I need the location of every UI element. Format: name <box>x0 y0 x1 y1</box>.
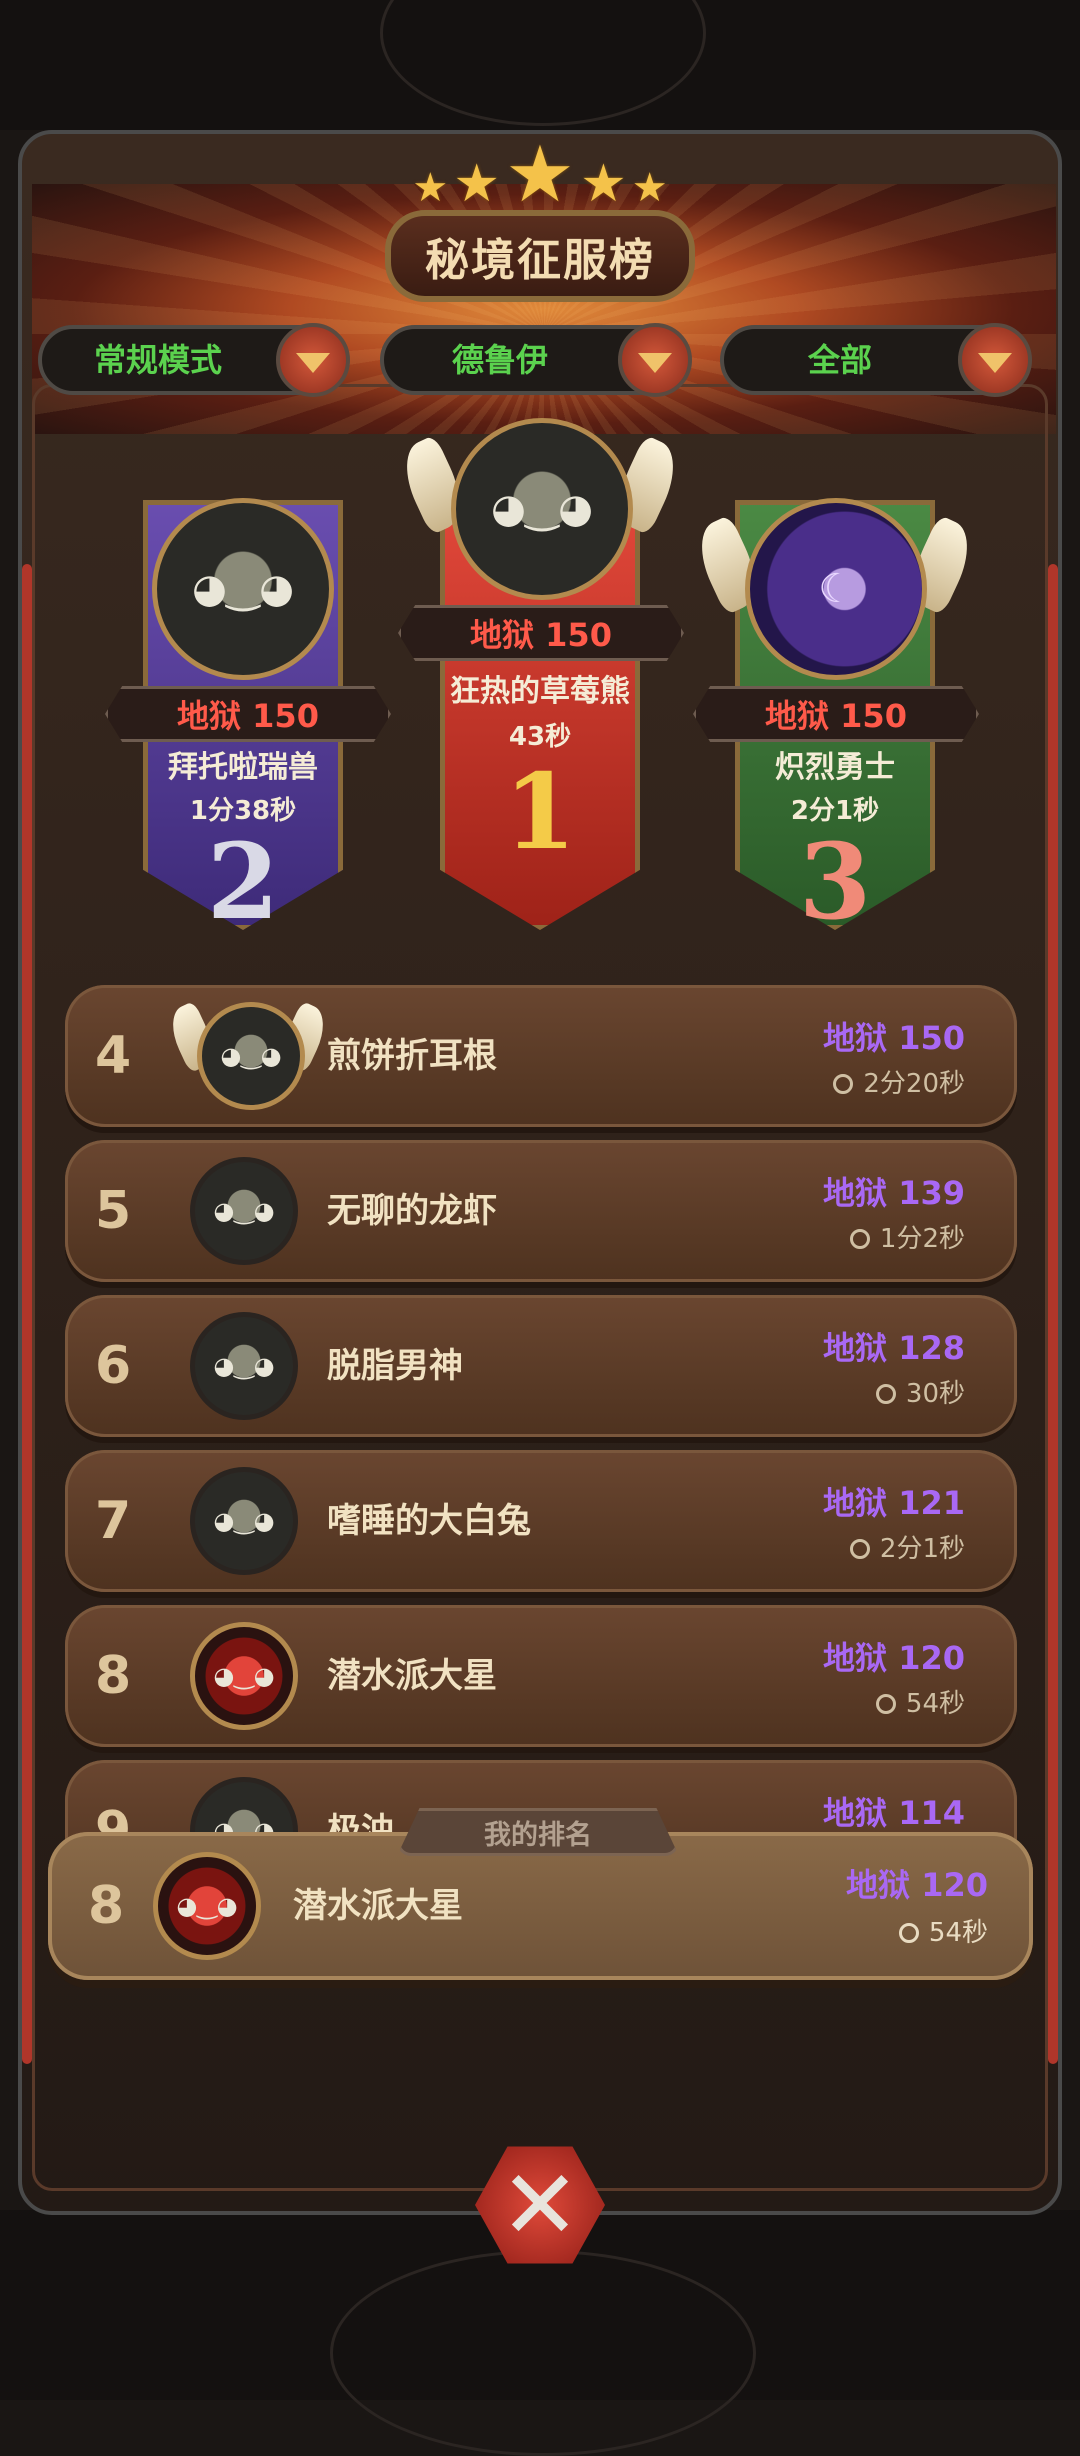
ranking-row[interactable]: 7 ◕‿◕ 嗜睡的大白兔 地狱 121 2分1秒 <box>65 1450 1017 1592</box>
avatar: ◕‿◕ <box>190 1312 298 1420</box>
rank-number: 2 <box>206 820 280 943</box>
row-rank: 7 <box>95 1491 132 1551</box>
clear-time: 43秒 <box>508 722 572 752</box>
ornament <box>330 2250 756 2456</box>
clock-icon <box>833 1074 854 1094</box>
scope-filter-dropdown[interactable]: 全部 <box>720 323 1032 397</box>
difficulty-ribbon: 地狱 150 <box>693 686 979 742</box>
difficulty-ribbon: 地狱 150 <box>105 686 391 742</box>
rank-number: 3 <box>798 820 872 943</box>
my-time-value: 54秒 <box>928 1918 988 1948</box>
clock-icon <box>875 1384 896 1404</box>
goblin-face-icon: ◕‿◕ <box>491 486 593 532</box>
my-time: 54秒 <box>898 1912 988 1949</box>
difficulty-label: 地狱 150 <box>470 616 612 654</box>
title-plate: 秘境征服榜 <box>385 210 695 302</box>
avatar: ◕‿◕ <box>451 418 633 600</box>
right-accent-bar <box>1048 564 1058 2064</box>
row-time-value: 54秒 <box>905 1689 965 1719</box>
row-time: 30秒 <box>875 1373 965 1410</box>
my-rank-tag-label: 我的排名 <box>484 1819 592 1851</box>
chevron-down-icon[interactable] <box>618 323 692 397</box>
my-rank-tag: 我的排名 <box>397 1808 679 1856</box>
row-difficulty: 地狱 150 <box>823 1019 965 1057</box>
difficulty-label: 地狱 150 <box>765 697 907 735</box>
avatar: ◕‿◕ <box>190 1157 298 1265</box>
ranking-row[interactable]: 5 ◕‿◕ 无聊的龙虾 地狱 139 1分2秒 <box>65 1140 1017 1282</box>
page-title: 秘境征服榜 <box>425 235 655 286</box>
clock-icon <box>849 1229 870 1249</box>
star-icon: ★ <box>580 154 627 214</box>
player-name: 炽烈勇士 <box>775 750 895 785</box>
avatar: ◕‿◕ <box>153 1852 261 1960</box>
avatar: ◕‿◕ <box>190 1622 298 1730</box>
mode-filter-label: 常规模式 <box>93 341 222 379</box>
row-time-value: 2分1秒 <box>879 1534 965 1564</box>
goblin-face-icon: ◕‿◕ <box>192 566 294 612</box>
star-icon: ★ <box>631 165 668 211</box>
rating-stars: ★ ★ ★ ★ ★ <box>0 130 1080 220</box>
clock-icon <box>898 1923 919 1943</box>
goblin-face-icon: ◕‿◕ <box>213 1197 275 1225</box>
star-icon: ★ <box>505 130 575 220</box>
row-rank: 4 <box>95 1026 132 1086</box>
goblin-face-icon: ◕‿◕ <box>220 1042 282 1070</box>
clock-icon <box>849 1539 870 1559</box>
moon-icon: ☾ <box>818 566 854 612</box>
red-creature-icon: ◕‿◕ <box>213 1662 275 1690</box>
star-icon: ★ <box>412 165 449 211</box>
class-filter-label: 德鲁伊 <box>451 341 548 379</box>
row-player-name: 无聊的龙虾 <box>327 1191 497 1231</box>
scope-filter-label: 全部 <box>807 341 872 379</box>
row-player-name: 脱脂男神 <box>327 1346 463 1386</box>
row-difficulty: 地狱 114 <box>823 1794 965 1832</box>
row-time-value: 30秒 <box>905 1379 965 1409</box>
goblin-face-icon: ◕‿◕ <box>213 1352 275 1380</box>
row-rank: 8 <box>95 1646 132 1706</box>
row-rank: 6 <box>95 1336 132 1396</box>
row-difficulty: 地狱 120 <box>823 1639 965 1677</box>
ranking-row[interactable]: 6 ◕‿◕ 脱脂男神 地狱 128 30秒 <box>65 1295 1017 1437</box>
rank-number: 1 <box>503 750 577 873</box>
row-player-name: 嗜睡的大白兔 <box>327 1501 531 1541</box>
ranking-row[interactable]: 4 ◕‿◕ 煎饼折耳根 地狱 150 2分20秒 <box>65 985 1017 1127</box>
close-button[interactable]: ✕ <box>475 2140 605 2270</box>
clock-icon <box>875 1694 896 1714</box>
red-creature-icon: ◕‿◕ <box>176 1892 238 1920</box>
row-time: 54秒 <box>875 1683 965 1720</box>
my-difficulty: 地狱 120 <box>846 1866 988 1904</box>
row-difficulty: 地狱 128 <box>823 1329 965 1367</box>
row-time-value: 2分20秒 <box>863 1069 965 1099</box>
star-icon: ★ <box>453 154 500 214</box>
avatar: ◕‿◕ <box>152 498 334 680</box>
chevron-down-icon[interactable] <box>276 323 350 397</box>
row-difficulty: 地狱 139 <box>823 1174 965 1212</box>
row-time-value: 1分2秒 <box>879 1224 965 1254</box>
row-time: 2分20秒 <box>833 1063 965 1100</box>
my-rank-number: 8 <box>88 1876 125 1936</box>
avatar: ☾ <box>745 498 927 680</box>
row-player-name: 潜水派大星 <box>327 1656 497 1696</box>
ornament <box>380 0 706 126</box>
goblin-face-icon: ◕‿◕ <box>213 1507 275 1535</box>
close-icon: ✕ <box>499 2149 581 2261</box>
avatar: ◕‿◕ <box>197 1002 305 1110</box>
row-difficulty: 地狱 121 <box>823 1484 965 1522</box>
left-accent-bar <box>22 564 32 2064</box>
difficulty-label: 地狱 150 <box>177 697 319 735</box>
ranking-row[interactable]: 8 ◕‿◕ 潜水派大星 地狱 120 54秒 <box>65 1605 1017 1747</box>
mode-filter-dropdown[interactable]: 常规模式 <box>38 323 350 397</box>
row-time: 2分1秒 <box>849 1528 965 1565</box>
row-rank: 5 <box>95 1181 132 1241</box>
row-player-name: 煎饼折耳根 <box>327 1036 497 1076</box>
class-filter-dropdown[interactable]: 德鲁伊 <box>380 323 692 397</box>
chevron-down-icon[interactable] <box>958 323 1032 397</box>
row-time: 1分2秒 <box>849 1218 965 1255</box>
avatar: ◕‿◕ <box>190 1467 298 1575</box>
top-background <box>0 0 1080 130</box>
player-name: 拜托啦瑞兽 <box>168 750 318 785</box>
player-name: 狂热的草莓熊 <box>450 674 630 709</box>
difficulty-ribbon: 地狱 150 <box>398 605 684 661</box>
